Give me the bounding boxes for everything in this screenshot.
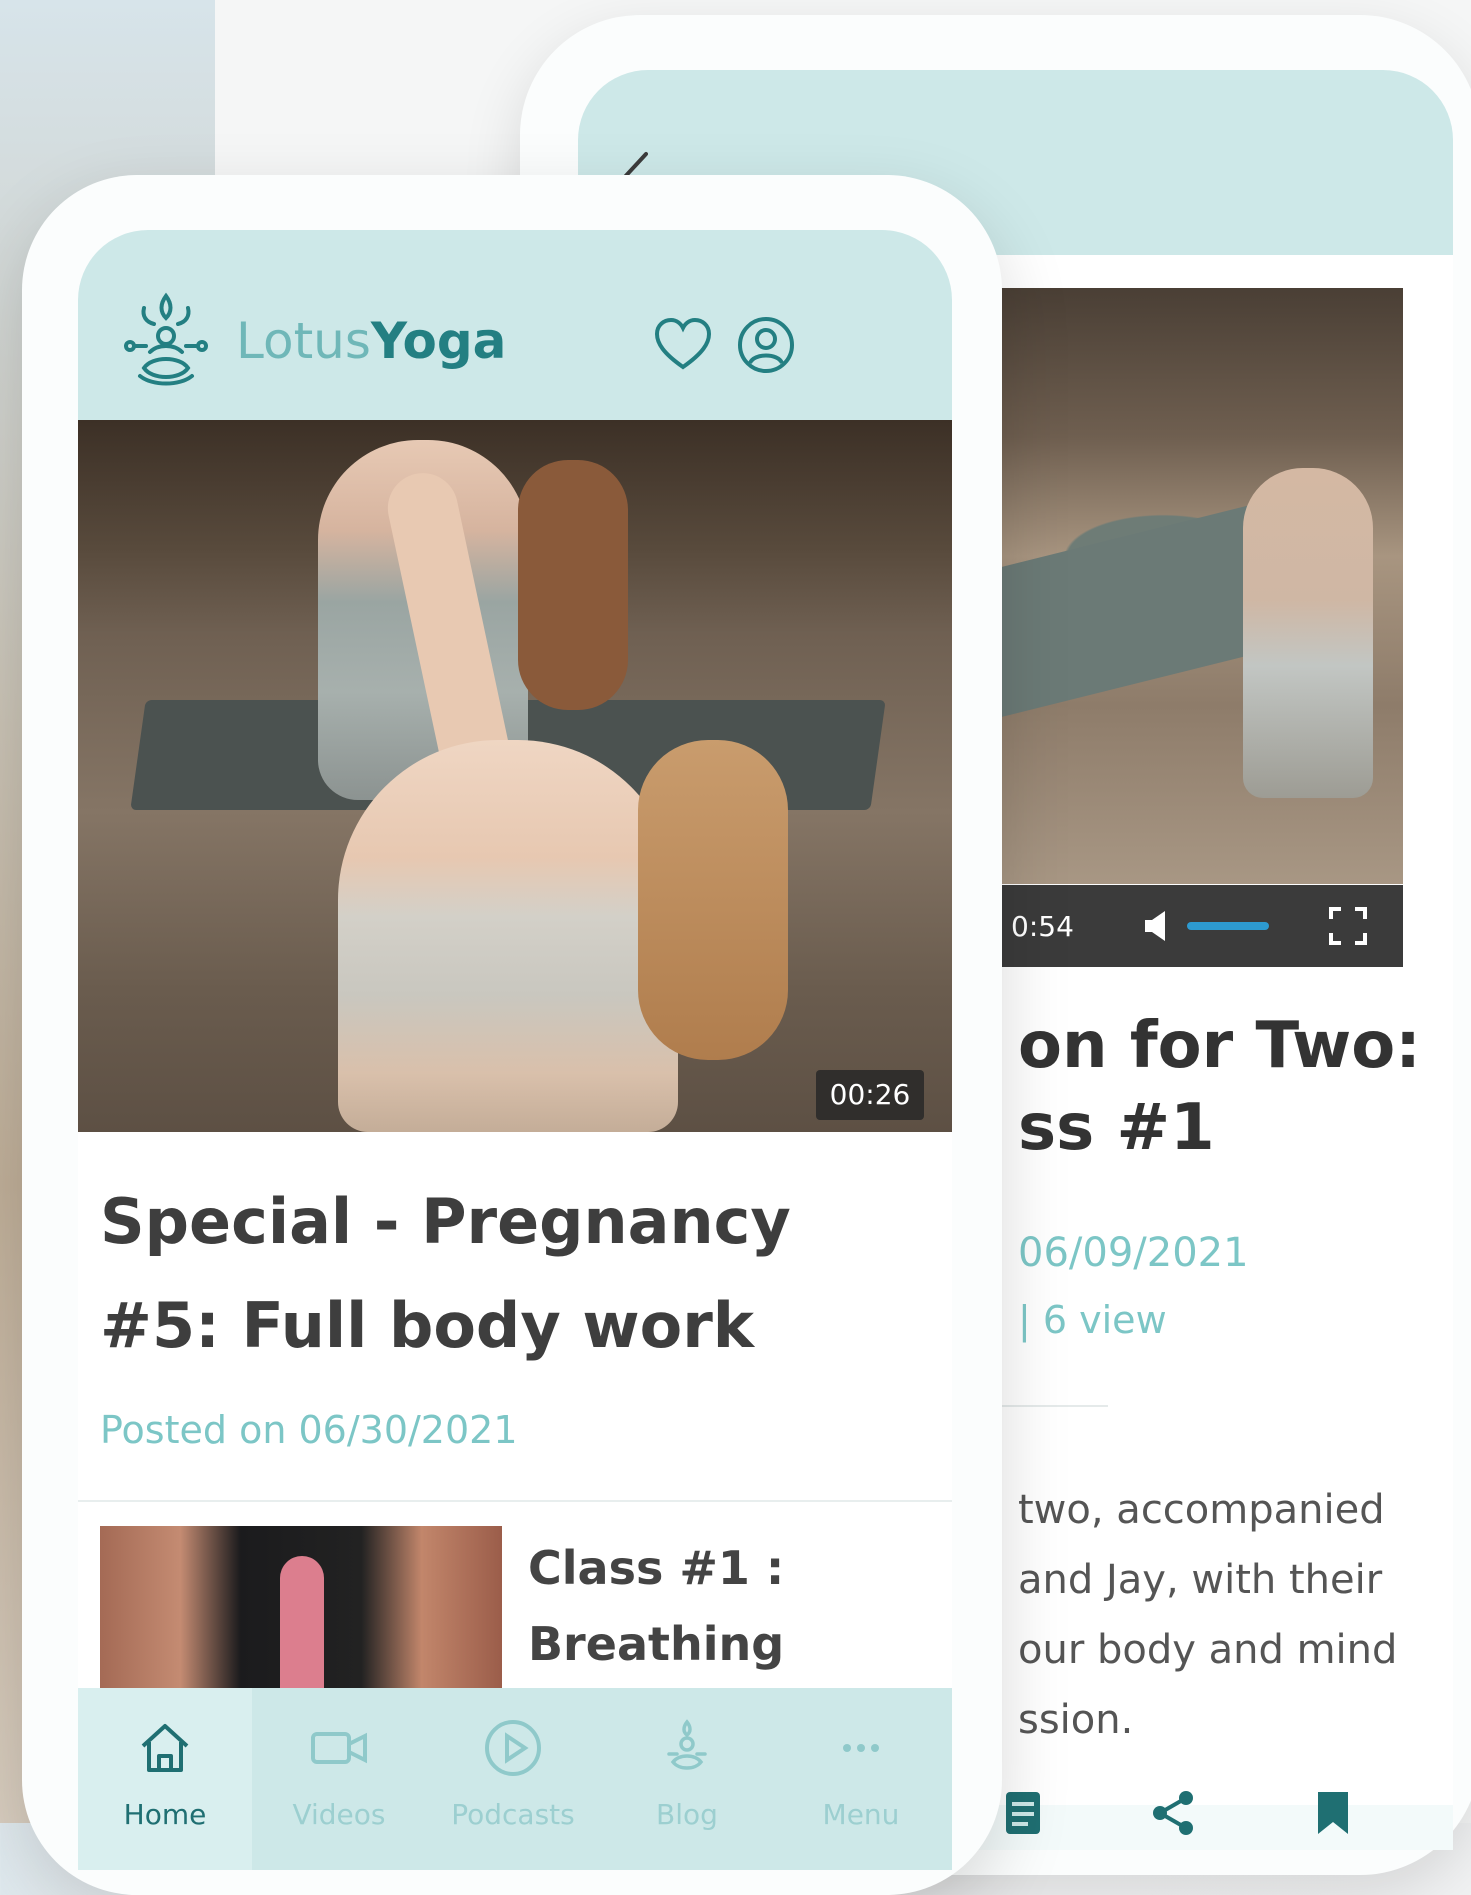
front-phone-screen: LotusYoga 00:26 Special - Pregnancy #5: …	[78, 230, 952, 1870]
tab-home-label: Home	[123, 1798, 207, 1831]
lotus-icon	[667, 1719, 707, 1770]
play-circle-icon	[485, 1720, 541, 1776]
fullscreen-icon[interactable]	[1327, 905, 1369, 947]
back-date: 06/09/2021	[1018, 1230, 1249, 1276]
hero-hair-front	[638, 740, 788, 1060]
volume-slider[interactable]	[1187, 922, 1269, 930]
bookmark-icon[interactable]	[1308, 1788, 1358, 1838]
tab-videos-label: Videos	[292, 1798, 386, 1831]
featured-video-thumbnail[interactable]	[78, 420, 952, 1132]
profile-icon[interactable]	[736, 315, 796, 375]
tab-videos[interactable]: Videos	[252, 1688, 426, 1870]
tab-podcasts-label: Podcasts	[451, 1798, 575, 1831]
desc-line-1: two, accompanied	[1018, 1487, 1385, 1533]
app-header: LotusYoga	[78, 230, 952, 420]
bottom-tab-bar: Home Videos Podcasts Blog Menu	[78, 1688, 952, 1870]
heart-icon[interactable]	[653, 315, 713, 375]
back-description: two, accompanied and Jay, with their our…	[1018, 1475, 1438, 1755]
logo-text-lotus: Lotus	[236, 312, 371, 370]
back-article-title: on for Two: ss #1	[1018, 1005, 1438, 1169]
share-icon[interactable]	[1148, 1788, 1198, 1838]
video-player[interactable]	[983, 288, 1403, 884]
home-icon	[141, 1724, 189, 1772]
logo-text-yoga: Yoga	[370, 312, 507, 370]
tab-menu[interactable]: Menu	[774, 1688, 948, 1870]
video-camera-icon	[311, 1732, 367, 1764]
tab-menu-label: Menu	[822, 1798, 900, 1831]
volume-icon[interactable]	[1143, 909, 1169, 943]
section-divider	[78, 1500, 952, 1502]
more-icon	[843, 1744, 879, 1752]
app-logo-text[interactable]: LotusYoga	[236, 312, 506, 370]
desc-line-3: our body and mind	[1018, 1627, 1398, 1673]
list-item-title[interactable]: Class #1 : Breathing	[528, 1530, 908, 1682]
desc-line-2: and Jay, with their	[1018, 1557, 1383, 1603]
desc-line-4: ssion.	[1018, 1697, 1134, 1743]
video-frame-person	[1243, 468, 1373, 798]
tab-blog[interactable]: Blog	[600, 1688, 774, 1870]
video-time: 0:54	[1011, 909, 1074, 943]
back-views: | 6 view	[1018, 1298, 1167, 1342]
article-title[interactable]: Special - Pregnancy #5: Full body work	[100, 1170, 920, 1378]
article-posted-date: Posted on 06/30/2021	[100, 1408, 518, 1452]
back-title-line-1: on for Two:	[1018, 1009, 1421, 1083]
list-item-thumbnail[interactable]	[100, 1526, 502, 1702]
tab-home[interactable]: Home	[78, 1688, 252, 1870]
back-title-line-2: ss #1	[1018, 1091, 1215, 1165]
video-controls: 0:54	[983, 885, 1403, 967]
tab-podcasts[interactable]: Podcasts	[426, 1688, 600, 1870]
hero-hair-back	[518, 460, 628, 710]
article-icon[interactable]	[998, 1788, 1048, 1838]
hero-person-front	[338, 740, 678, 1132]
tab-blog-label: Blog	[656, 1798, 718, 1831]
thumbnail-hands	[280, 1556, 324, 1702]
lotus-icon	[124, 292, 208, 386]
video-duration-badge: 00:26	[816, 1070, 924, 1120]
